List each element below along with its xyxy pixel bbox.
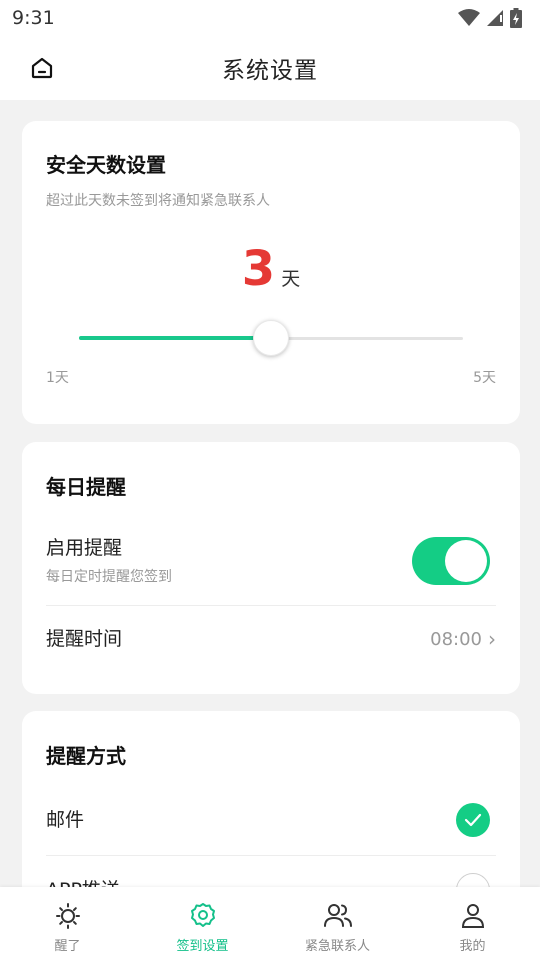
- tab-label: 签到设置: [176, 939, 229, 954]
- status-bar: 9:31: [0, 0, 540, 36]
- contacts-icon: [323, 904, 352, 927]
- wifi-icon: [458, 9, 480, 26]
- reminder-time-value: 08:00 ›: [430, 627, 496, 651]
- slider-thumb[interactable]: [253, 320, 289, 356]
- enable-reminder-toggle[interactable]: [412, 537, 490, 585]
- tab-label: 紧急联系人: [304, 939, 370, 954]
- tab-checkin-settings[interactable]: 签到设置: [135, 887, 270, 960]
- toggle-knob: [445, 540, 487, 582]
- method-option-label: 邮件: [46, 809, 85, 831]
- bottom-tab-bar: 醒了 签到设置 紧急联系人 我的: [0, 887, 540, 960]
- chevron-right-icon: ›: [488, 627, 496, 651]
- reminder-method-title: 提醒方式: [46, 744, 126, 768]
- enable-reminder-label: 启用提醒: [46, 537, 123, 559]
- tab-label: 醒了: [54, 939, 81, 954]
- page-title: 系统设置: [222, 58, 318, 84]
- reminder-method-card: 提醒方式 邮件 APP推送: [22, 711, 520, 911]
- reminder-time-row[interactable]: 提醒时间 08:00 ›: [22, 606, 520, 670]
- reminder-time-label: 提醒时间: [46, 628, 123, 650]
- divider: [46, 855, 496, 856]
- signal-icon: [487, 10, 503, 26]
- status-time: 9:31: [12, 7, 55, 29]
- slider-fill: [79, 336, 271, 340]
- battery-icon: [510, 8, 522, 28]
- gear-icon: [190, 903, 215, 927]
- daily-reminder-title: 每日提醒: [46, 475, 126, 499]
- safe-days-slider[interactable]: [79, 318, 463, 358]
- slider-max-label: 5天: [473, 370, 496, 386]
- slider-min-label: 1天: [46, 370, 69, 386]
- method-option-email[interactable]: 邮件: [22, 791, 520, 855]
- safe-days-card: 安全天数设置 超过此天数未签到将通知紧急联系人 3 天 1天 5天: [22, 121, 520, 424]
- tab-emergency-contacts[interactable]: 紧急联系人: [270, 887, 405, 960]
- home-icon: [31, 57, 53, 79]
- days-unit: 天: [281, 268, 301, 290]
- person-icon: [461, 904, 484, 928]
- enable-reminder-sub: 每日定时提醒您签到: [46, 569, 172, 585]
- status-icons: [458, 8, 522, 28]
- app-bar: 系统设置: [0, 36, 540, 100]
- tab-awake[interactable]: 醒了: [0, 887, 135, 960]
- check-icon[interactable]: [456, 803, 490, 837]
- tab-label: 我的: [459, 939, 486, 954]
- days-number: 3: [241, 241, 276, 297]
- time-text: 08:00: [430, 628, 482, 650]
- home-button[interactable]: [26, 52, 58, 84]
- sun-icon: [55, 903, 80, 929]
- safe-days-title: 安全天数设置: [46, 153, 166, 177]
- daily-reminder-card: 每日提醒 启用提醒 每日定时提醒您签到 提醒时间 08:00 ›: [22, 442, 520, 694]
- days-value: 3 天: [22, 245, 520, 293]
- tab-me[interactable]: 我的: [405, 887, 540, 960]
- safe-days-subtitle: 超过此天数未签到将通知紧急联系人: [46, 193, 270, 209]
